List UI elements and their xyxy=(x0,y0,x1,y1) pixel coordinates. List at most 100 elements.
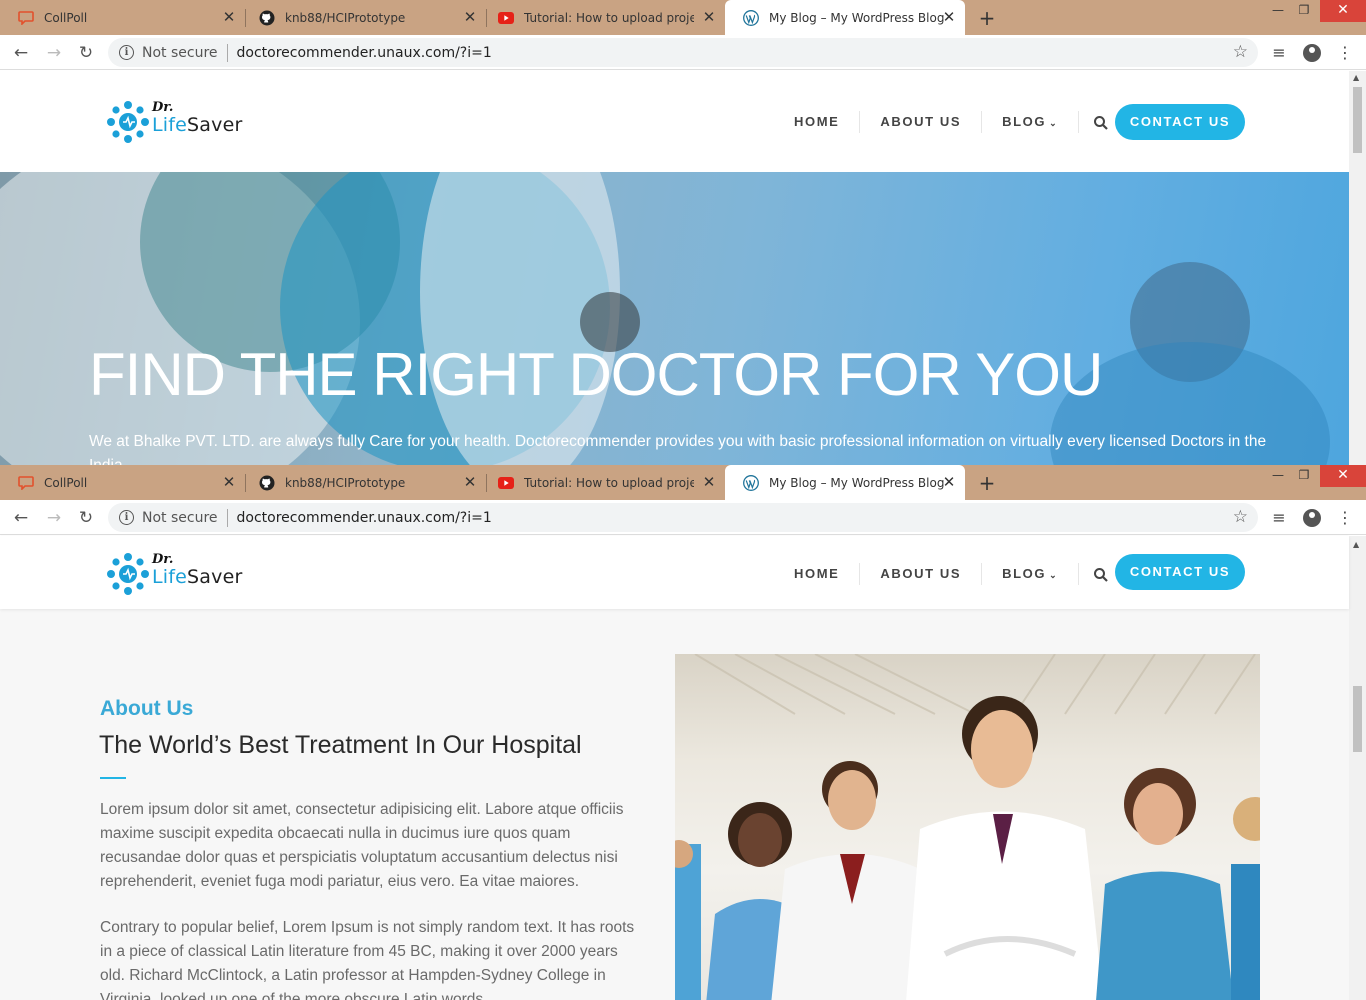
url-text[interactable]: doctorecommender.unaux.com/?i=1 xyxy=(237,510,492,526)
tab-collpoll[interactable]: CollPoll ✕ xyxy=(0,0,245,35)
tab-label: CollPoll xyxy=(44,475,88,490)
window-close-button[interactable]: ✕ xyxy=(1320,0,1366,22)
close-icon[interactable]: ✕ xyxy=(701,474,717,490)
contact-us-button[interactable]: CONTACT US xyxy=(1115,104,1245,140)
star-icon[interactable]: ☆ xyxy=(1233,42,1248,62)
contact-us-button[interactable]: CONTACT US xyxy=(1115,554,1245,590)
close-icon[interactable]: ✕ xyxy=(221,474,237,490)
github-icon xyxy=(259,10,275,26)
security-label: Not secure xyxy=(142,509,218,526)
tab-wordpress-active[interactable]: My Blog – My WordPress Blog ✕ xyxy=(725,465,965,500)
tab-label: Tutorial: How to upload project t xyxy=(524,475,694,490)
logo-word-a: Life xyxy=(152,566,188,588)
page-scrollbar[interactable]: ▲ xyxy=(1349,71,1366,465)
tab-strip: CollPoll ✕ knb88/HCIPrototype ✕ Tutorial… xyxy=(0,465,1366,500)
about-kicker: About Us xyxy=(100,697,194,720)
nav-blog[interactable]: BLOG ⌄ xyxy=(981,111,1078,133)
window-close-button[interactable]: ✕ xyxy=(1320,465,1366,487)
youtube-icon xyxy=(498,10,514,26)
about-heading: The World’s Best Treatment In Our Hospit… xyxy=(99,731,582,759)
close-icon[interactable]: ✕ xyxy=(462,9,478,25)
close-icon[interactable]: ✕ xyxy=(221,9,237,25)
logo-wordmark: LifeSaver xyxy=(152,114,243,136)
restore-button[interactable]: ❐ xyxy=(1290,0,1318,22)
security-label: Not secure xyxy=(142,44,218,61)
info-icon[interactable]: i xyxy=(119,45,134,60)
omnibox[interactable]: i Not secure doctorecommender.unaux.com/… xyxy=(108,503,1258,532)
tab-label: Tutorial: How to upload project t xyxy=(524,10,694,25)
tab-label: knb88/HCIPrototype xyxy=(285,10,406,25)
wordpress-icon xyxy=(743,474,759,491)
forward-arrow-icon[interactable]: → xyxy=(43,42,65,64)
omnibox[interactable]: i Not secure doctorecommender.unaux.com/… xyxy=(108,38,1258,67)
logo-word-a: Life xyxy=(152,114,188,136)
tab-collpoll[interactable]: CollPoll ✕ xyxy=(0,465,245,500)
logo-word-b: Saver xyxy=(187,566,243,588)
hero-text: We at Bhalke PVT. LTD. are always fully … xyxy=(89,433,1267,465)
back-arrow-icon[interactable]: ← xyxy=(10,42,32,64)
back-arrow-icon[interactable]: ← xyxy=(10,507,32,529)
restore-button[interactable]: ❐ xyxy=(1290,465,1318,487)
logo-word-b: Saver xyxy=(187,114,243,136)
minimize-button[interactable]: — xyxy=(1264,0,1292,22)
reload-icon[interactable]: ↻ xyxy=(75,507,97,529)
close-icon[interactable]: ✕ xyxy=(462,474,478,490)
logo-wordmark: LifeSaver xyxy=(152,566,243,588)
star-icon[interactable]: ☆ xyxy=(1233,507,1248,527)
minimize-button[interactable]: — xyxy=(1264,465,1292,487)
about-section: About Us The World’s Best Treatment In O… xyxy=(0,609,1349,1000)
site-header: Dr. LifeSaver HOME ABOUT US BLOG ⌄ CONTAC… xyxy=(0,71,1349,172)
nav-blog[interactable]: BLOG ⌄ xyxy=(981,563,1078,585)
media-queue-icon[interactable]: ≡ xyxy=(1268,42,1290,64)
tab-github[interactable]: knb88/HCIPrototype ✕ xyxy=(241,465,486,500)
kebab-menu-icon[interactable]: ⋮ xyxy=(1334,42,1356,64)
reload-icon[interactable]: ↻ xyxy=(75,42,97,64)
new-tab-button[interactable]: + xyxy=(976,472,998,494)
search-icon[interactable] xyxy=(1093,115,1109,131)
url-text[interactable]: doctorecommender.unaux.com/?i=1 xyxy=(237,45,492,61)
site-logo[interactable]: Dr. LifeSaver xyxy=(106,98,251,146)
tab-label: CollPoll xyxy=(44,10,88,25)
site-logo[interactable]: Dr. LifeSaver xyxy=(106,550,251,598)
info-icon[interactable]: i xyxy=(119,510,134,525)
tab-label: My Blog – My WordPress Blog xyxy=(769,10,944,25)
main-nav: HOME ABOUT US BLOG ⌄ xyxy=(774,111,1123,133)
forward-arrow-icon[interactable]: → xyxy=(43,507,65,529)
hero-banner: FIND THE RIGHT DOCTOR FOR YOU We at Bhal… xyxy=(0,172,1349,465)
logo-prefix: Dr. xyxy=(152,100,174,115)
browser-window-top: CollPoll ✕ knb88/HCIPrototype ✕ Tutorial… xyxy=(0,0,1366,465)
nav-home[interactable]: HOME xyxy=(774,111,859,133)
nav-about-us[interactable]: ABOUT US xyxy=(859,563,981,585)
nav-blog-label: BLOG xyxy=(1002,114,1047,129)
tab-label: My Blog – My WordPress Blog xyxy=(769,475,944,490)
nav-home[interactable]: HOME xyxy=(774,563,859,585)
search-icon[interactable] xyxy=(1093,567,1109,583)
scrollbar-thumb[interactable] xyxy=(1353,686,1362,752)
tab-strip: CollPoll ✕ knb88/HCIPrototype ✕ Tutorial… xyxy=(0,0,1366,35)
scrollbar-thumb[interactable] xyxy=(1353,87,1362,153)
nav-blog-label: BLOG xyxy=(1002,566,1047,581)
media-queue-icon[interactable]: ≡ xyxy=(1268,507,1290,529)
site-header-sticky: Dr. LifeSaver HOME ABOUT US BLOG ⌄ CONTAC… xyxy=(0,536,1349,609)
tab-wordpress-active[interactable]: My Blog – My WordPress Blog ✕ xyxy=(725,0,965,35)
close-icon[interactable]: ✕ xyxy=(941,9,957,25)
scroll-up-arrow-icon[interactable]: ▲ xyxy=(1353,73,1359,82)
close-icon[interactable]: ✕ xyxy=(701,9,717,25)
page-scrollbar[interactable]: ▲ xyxy=(1349,536,1366,1000)
tab-label: knb88/HCIPrototype xyxy=(285,475,406,490)
chevron-down-icon: ⌄ xyxy=(1049,570,1059,580)
kebab-menu-icon[interactable]: ⋮ xyxy=(1334,507,1356,529)
profile-avatar-icon[interactable] xyxy=(1303,44,1321,62)
profile-avatar-icon[interactable] xyxy=(1303,509,1321,527)
logo-mark-icon xyxy=(107,553,149,595)
tab-youtube[interactable]: Tutorial: How to upload project t ✕ xyxy=(480,465,725,500)
scroll-up-arrow-icon[interactable]: ▲ xyxy=(1353,540,1359,549)
new-tab-button[interactable]: + xyxy=(976,7,998,29)
nav-about-us[interactable]: ABOUT US xyxy=(859,111,981,133)
close-icon[interactable]: ✕ xyxy=(941,474,957,490)
tab-youtube[interactable]: Tutorial: How to upload project t ✕ xyxy=(480,0,725,35)
logo-mark-icon xyxy=(107,101,149,143)
main-nav: HOME ABOUT US BLOG ⌄ xyxy=(774,563,1123,585)
github-icon xyxy=(259,475,275,491)
tab-github[interactable]: knb88/HCIPrototype ✕ xyxy=(241,0,486,35)
